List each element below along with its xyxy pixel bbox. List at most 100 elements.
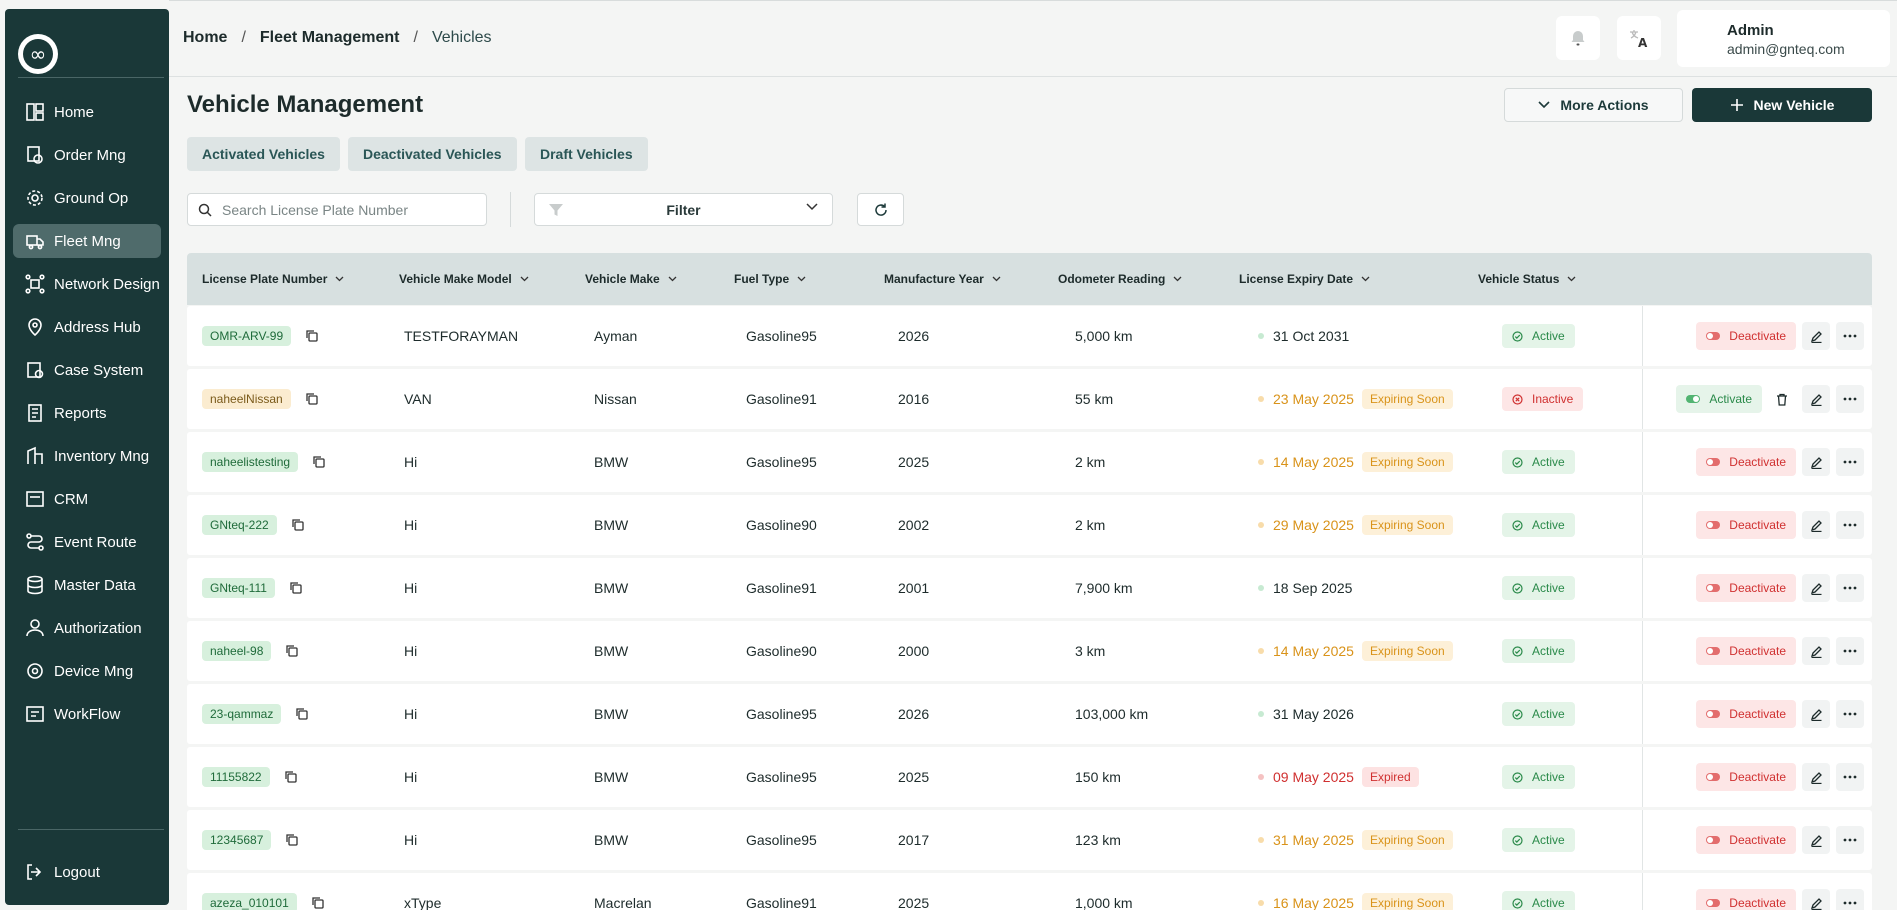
copy-icon[interactable] <box>295 707 309 721</box>
sidebar-item-crm[interactable]: CRM <box>13 482 161 516</box>
table-row[interactable]: 11155822 Hi BMW Gasoline95 2025 150 km 09 May … <box>187 747 1872 807</box>
deactivate-button[interactable]: Deactivate <box>1696 826 1796 854</box>
more-button[interactable] <box>1836 889 1864 910</box>
table-row[interactable]: 23-qammaz Hi BMW Gasoline95 2026 103,000 km 31… <box>187 684 1872 744</box>
deactivate-button[interactable]: Deactivate <box>1696 700 1796 728</box>
column-header-fuel-type[interactable]: Fuel Type <box>734 253 806 305</box>
filter-dropdown[interactable]: Filter <box>534 193 833 226</box>
sidebar-item-authorization[interactable]: Authorization <box>13 611 161 645</box>
copy-icon[interactable] <box>305 329 319 343</box>
more-button[interactable] <box>1836 763 1864 791</box>
table-row[interactable]: GNteq-222 Hi BMW Gasoline90 2002 2 km 29 May 2… <box>187 495 1872 555</box>
delete-button[interactable] <box>1768 385 1796 413</box>
sidebar-item-fleet-mng[interactable]: Fleet Mng <box>13 224 161 258</box>
column-header-manufacture-year[interactable]: Manufacture Year <box>884 253 1001 305</box>
deactivate-button[interactable]: Deactivate <box>1696 637 1796 665</box>
edit-button[interactable] <box>1802 889 1830 910</box>
more-actions-button[interactable]: More Actions <box>1504 88 1683 122</box>
pencil-icon <box>1810 897 1823 910</box>
sidebar-item-home[interactable]: Home <box>13 95 161 129</box>
column-header-license-plate-number[interactable]: License Plate Number <box>202 253 344 305</box>
deactivate-button[interactable]: Deactivate <box>1696 574 1796 602</box>
sidebar-item-event-route[interactable]: Event Route <box>13 525 161 559</box>
more-button[interactable] <box>1836 511 1864 539</box>
more-button[interactable] <box>1836 700 1864 728</box>
copy-icon[interactable] <box>285 644 299 658</box>
edit-button[interactable] <box>1802 826 1830 854</box>
table-row[interactable]: GNteq-111 Hi BMW Gasoline91 2001 7,900 km 18 S… <box>187 558 1872 618</box>
copy-icon[interactable] <box>285 833 299 847</box>
column-header-vehicle-make-model[interactable]: Vehicle Make Model <box>399 253 529 305</box>
deactivate-button[interactable]: Deactivate <box>1696 448 1796 476</box>
tab-activated-vehicles[interactable]: Activated Vehicles <box>187 137 340 171</box>
column-header-vehicle-make[interactable]: Vehicle Make <box>585 253 677 305</box>
copy-icon[interactable] <box>284 770 298 784</box>
cell-year: 2001 <box>898 580 930 596</box>
more-button[interactable] <box>1836 637 1864 665</box>
table-row[interactable]: 12345687 Hi BMW Gasoline95 2017 123 km 31 May … <box>187 810 1872 870</box>
column-header-license-expiry-date[interactable]: License Expiry Date <box>1239 253 1370 305</box>
edit-button[interactable] <box>1802 574 1830 602</box>
table-row[interactable]: azeza_010101 xType Macrelan Gasoline91 2025 1… <box>187 873 1872 910</box>
deactivate-button[interactable]: Deactivate <box>1696 322 1796 350</box>
check-circle-icon <box>1512 330 1532 342</box>
language-button[interactable]: A <box>1617 16 1661 60</box>
sidebar-item-inventory-mng[interactable]: Inventory Mng <box>13 439 161 473</box>
sidebar-item-reports[interactable]: Reports <box>13 396 161 430</box>
column-header-odometer-reading[interactable]: Odometer Reading <box>1058 253 1182 305</box>
more-button[interactable] <box>1836 574 1864 602</box>
sidebar-item-ground-op[interactable]: Ground Op <box>13 181 161 215</box>
breadcrumb-home[interactable]: Home <box>183 29 227 47</box>
tab-deactivated-vehicles[interactable]: Deactivated Vehicles <box>348 137 517 171</box>
edit-button[interactable] <box>1802 448 1830 476</box>
table-row[interactable]: naheelistesting Hi BMW Gasoline95 2025 2 km 14… <box>187 432 1872 492</box>
cell-odometer: 55 km <box>1075 391 1114 407</box>
copy-icon[interactable] <box>312 455 326 469</box>
table-row[interactable]: naheel-98 Hi BMW Gasoline90 2000 3 km 14 May 2… <box>187 621 1872 681</box>
activate-button[interactable]: Activate <box>1676 385 1762 413</box>
app-logo[interactable]: ∞ <box>18 34 58 74</box>
deactivate-button[interactable]: Deactivate <box>1696 763 1796 791</box>
more-button[interactable] <box>1836 322 1864 350</box>
sidebar-item-order-mng[interactable]: Order Mng <box>13 138 161 172</box>
sidebar-item-master-data[interactable]: Master Data <box>13 568 161 602</box>
column-header-vehicle-status[interactable]: Vehicle Status <box>1478 253 1576 305</box>
tab-draft-vehicles[interactable]: Draft Vehicles <box>525 137 648 171</box>
sidebar-item-device-mng[interactable]: Device Mng <box>13 654 161 688</box>
user-profile[interactable]: Admin admin@gnteq.com <box>1677 10 1890 67</box>
logout-button[interactable]: Logout <box>24 862 100 882</box>
plate-tag: naheelistesting <box>202 452 299 472</box>
edit-button[interactable] <box>1802 385 1830 413</box>
expiry-dot <box>1258 333 1264 339</box>
edit-button[interactable] <box>1802 637 1830 665</box>
edit-button[interactable] <box>1802 700 1830 728</box>
new-vehicle-button[interactable]: New Vehicle <box>1692 88 1872 122</box>
cell-fuel: Gasoline90 <box>746 517 817 533</box>
table-row[interactable]: naheelNissan VAN Nissan Gasoline91 2016 55 km… <box>187 369 1872 429</box>
chevron-down-icon <box>327 276 344 282</box>
deactivate-button[interactable]: Deactivate <box>1696 889 1796 910</box>
sidebar-item-address-hub[interactable]: Address Hub <box>13 310 161 344</box>
sidebar-item-workflow[interactable]: WorkFlow <box>13 697 161 731</box>
copy-icon[interactable] <box>305 392 319 406</box>
copy-icon[interactable] <box>311 896 325 910</box>
more-button[interactable] <box>1836 826 1864 854</box>
refresh-button[interactable] <box>857 193 904 226</box>
breadcrumb-fleet-management[interactable]: Fleet Management <box>260 29 400 47</box>
cell-plate: 11155822 <box>202 747 298 807</box>
edit-button[interactable] <box>1802 763 1830 791</box>
sidebar-item-label: Inventory Mng <box>54 447 150 465</box>
sidebar-item-case-system[interactable]: Case System <box>13 353 161 387</box>
edit-button[interactable] <box>1802 322 1830 350</box>
search-input[interactable] <box>222 201 462 218</box>
sidebar-item-network-design[interactable]: Network Design <box>13 267 161 301</box>
notifications-button[interactable] <box>1556 16 1600 60</box>
cell-fuel: Gasoline90 <box>746 643 817 659</box>
copy-icon[interactable] <box>291 518 305 532</box>
more-button[interactable] <box>1836 385 1864 413</box>
edit-button[interactable] <box>1802 511 1830 539</box>
more-button[interactable] <box>1836 448 1864 476</box>
deactivate-button[interactable]: Deactivate <box>1696 511 1796 539</box>
table-row[interactable]: OMR-ARV-99 TESTFORAYMAN Ayman Gasoline95 202… <box>187 306 1872 366</box>
copy-icon[interactable] <box>289 581 303 595</box>
